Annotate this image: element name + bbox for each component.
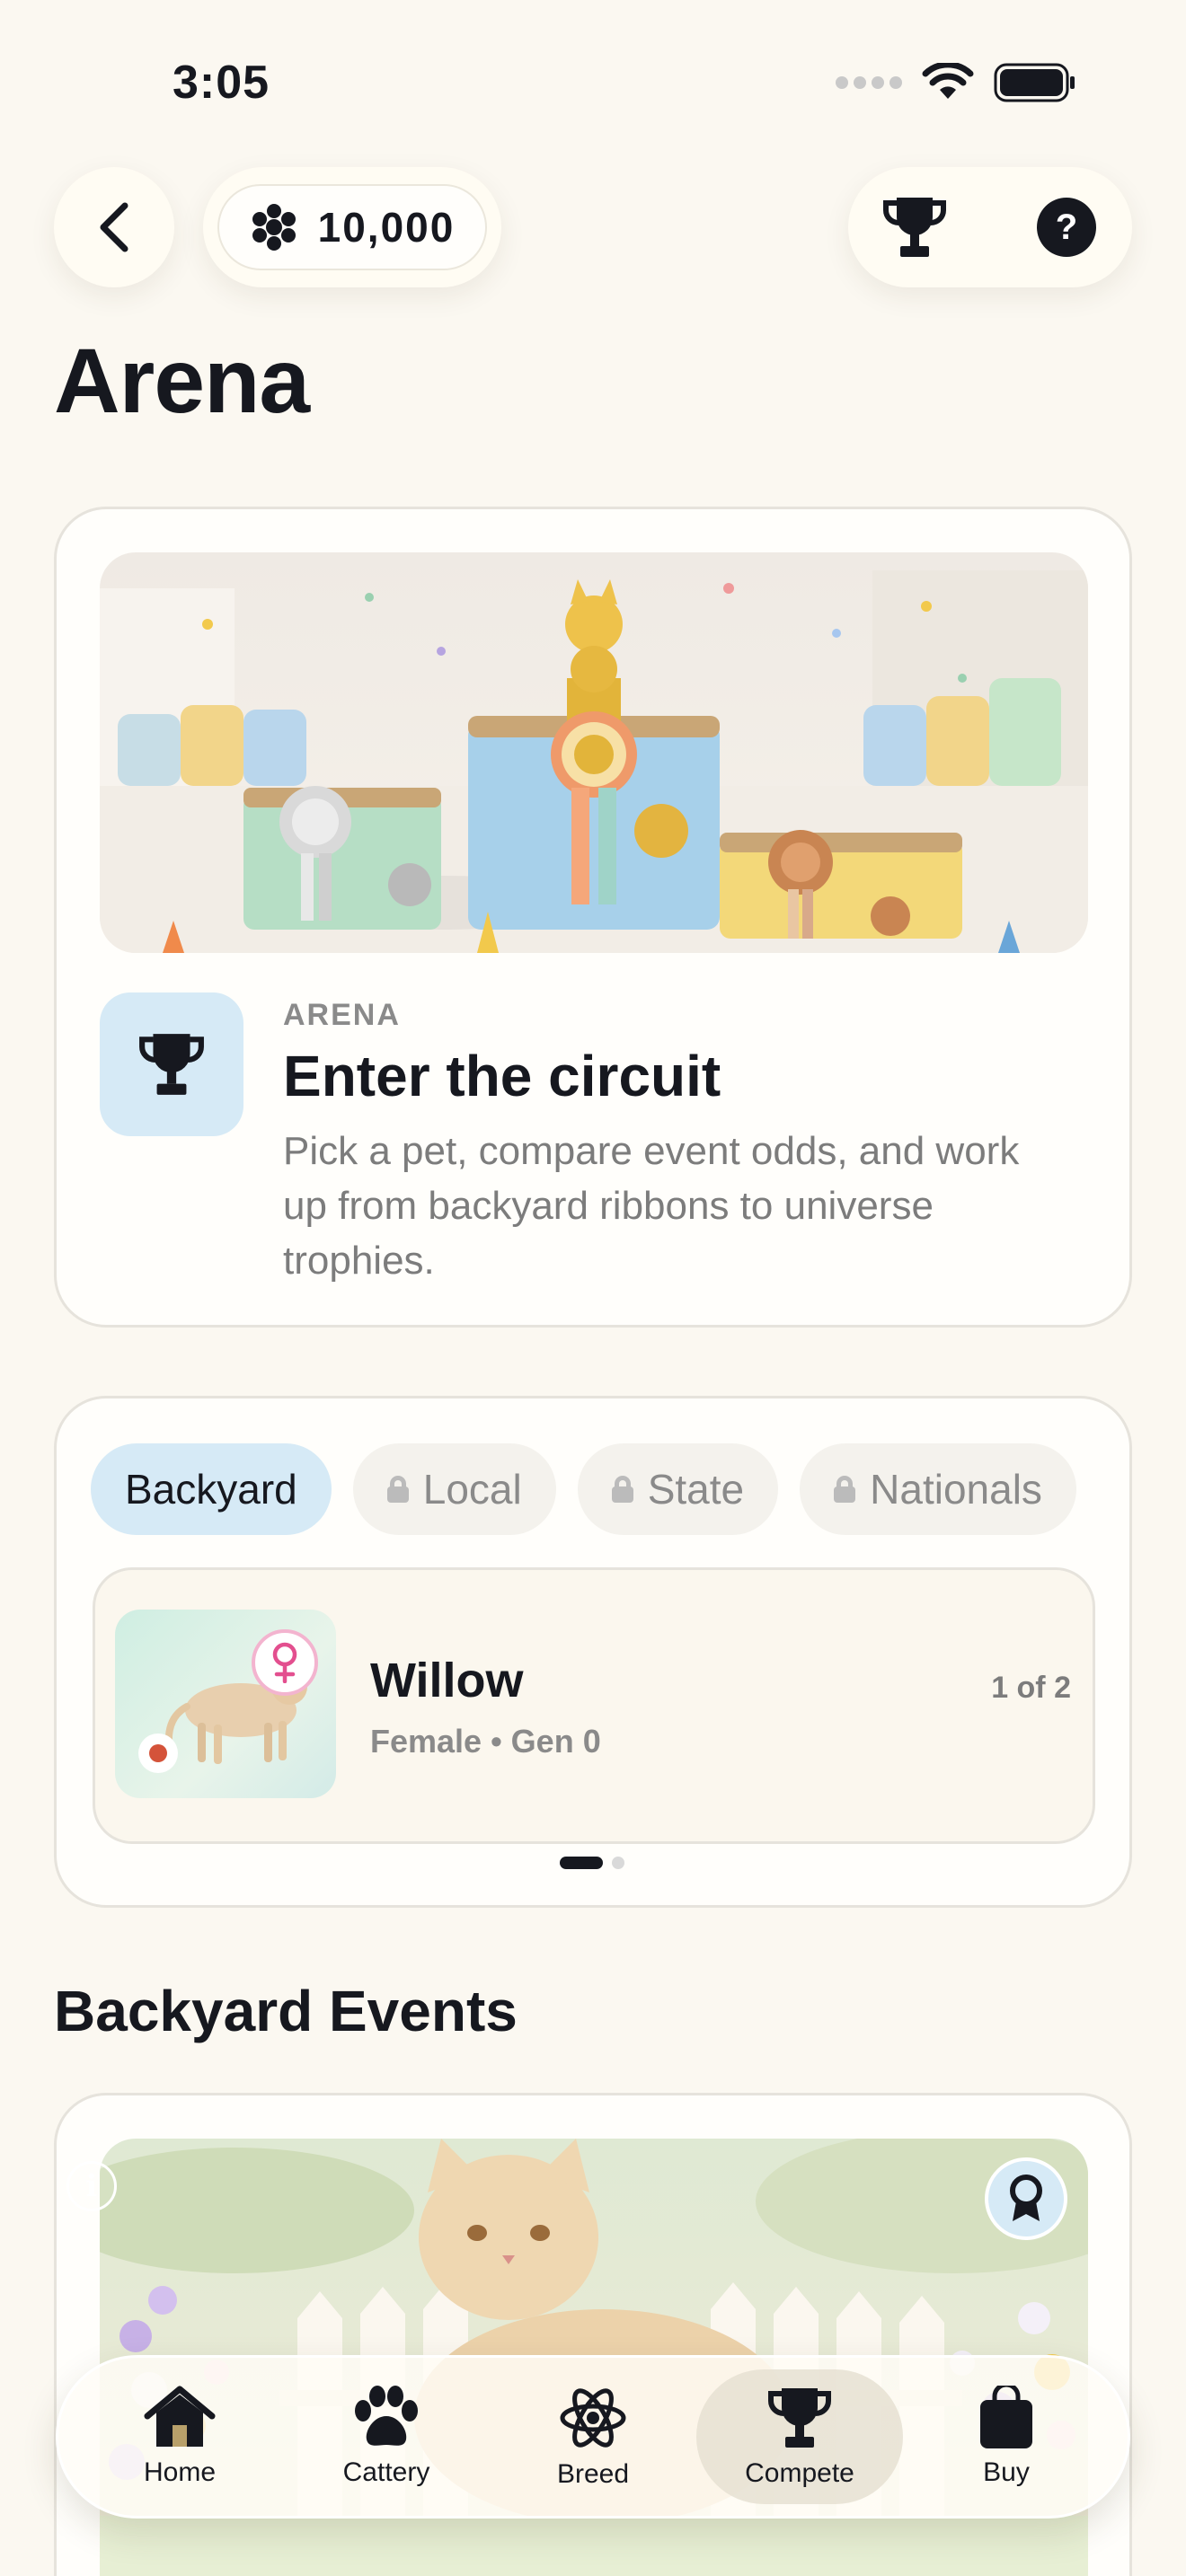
arena-intro-card: ARENA Enter the circuit Pick a pet, comp…	[54, 507, 1132, 1328]
page-indicator[interactable]	[560, 1857, 624, 1869]
pet-name: Willow	[370, 1654, 524, 1707]
battery-icon	[994, 63, 1075, 102]
tab-compete[interactable]: Compete	[696, 2369, 903, 2504]
trophy-icon	[139, 1034, 204, 1095]
tab-home[interactable]: Home	[76, 2369, 283, 2504]
tab-local[interactable]: Local	[352, 1443, 556, 1535]
pet-position: 1 of 2	[991, 1671, 1071, 1705]
tab-backyard[interactable]: Backyard	[91, 1443, 332, 1535]
info-icon[interactable]: i	[66, 2161, 117, 2211]
atom-icon	[560, 2388, 626, 2448]
pet-meta: Female • Gen 0	[370, 1723, 601, 1760]
lock-icon	[611, 1476, 633, 1503]
lock-icon	[386, 1476, 409, 1503]
hero-title: Enter the circuit	[283, 1044, 721, 1108]
top-actions: ?	[848, 167, 1132, 287]
page-dot-active	[560, 1857, 603, 1869]
paw-icon	[355, 2386, 418, 2446]
page-dot	[612, 1857, 624, 1869]
status-time: 3:05	[173, 57, 270, 109]
hero-eyebrow: ARENA	[283, 998, 401, 1032]
lock-icon	[834, 1476, 856, 1503]
arena-trophy-badge	[100, 992, 243, 1136]
status-icons	[836, 63, 1076, 102]
back-button[interactable]	[54, 167, 174, 287]
tab-buy[interactable]: Buy	[903, 2369, 1110, 2504]
trophy-icon[interactable]	[882, 194, 947, 260]
tab-state[interactable]: State	[577, 1443, 779, 1535]
hero-description: Pick a pet, compare event odds, and work…	[283, 1129, 1020, 1283]
bottom-tab-bar: Home Cattery Breed Compete Buy	[56, 2355, 1130, 2519]
pet-card[interactable]: Willow Female • Gen 0 1 of 2	[93, 1567, 1095, 1844]
cellular-signal-icon	[836, 76, 902, 89]
tab-breed[interactable]: Breed	[490, 2369, 696, 2504]
female-icon	[252, 1629, 318, 1696]
wifi-icon	[922, 63, 974, 99]
ribbon-badge-icon[interactable]	[985, 2157, 1067, 2240]
trophy-icon	[768, 2388, 831, 2448]
tab-cattery[interactable]: Cattery	[283, 2369, 490, 2504]
help-icon[interactable]: ?	[1037, 198, 1096, 257]
pet-picker-card: Backyard Local State Nationals Willow Fe…	[54, 1396, 1132, 1908]
section-title: Backyard Events	[54, 1979, 518, 2043]
currency-balance[interactable]: 10,000	[203, 167, 501, 287]
tab-nationals[interactable]: Nationals	[800, 1443, 1076, 1535]
page-title: Arena	[54, 330, 310, 432]
bag-icon	[980, 2386, 1032, 2448]
chevron-left-icon	[100, 202, 128, 252]
paw-coin-icon	[252, 204, 296, 251]
home-icon	[144, 2386, 216, 2447]
arena-podium-image	[100, 552, 1088, 953]
tier-tabs: Backyard Local State Nationals	[91, 1443, 1113, 1535]
coin-balance: 10,000	[317, 204, 456, 251]
